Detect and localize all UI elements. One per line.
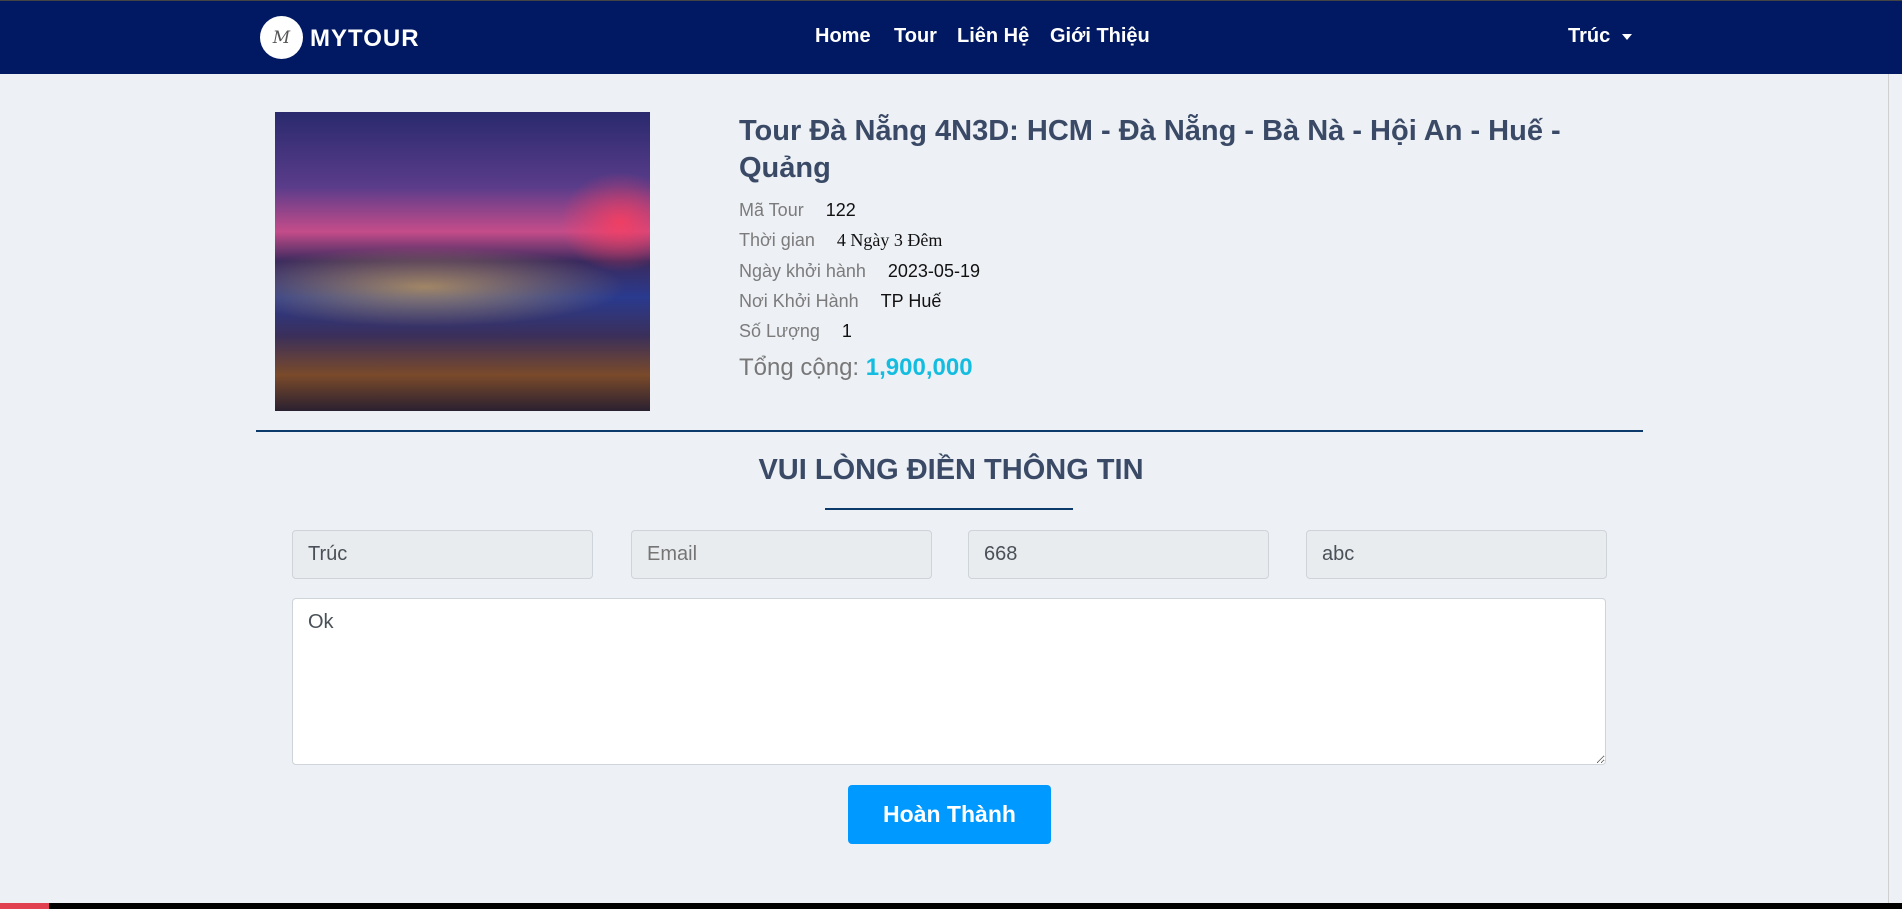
detail-value: 1 [841, 321, 852, 341]
divider [256, 430, 1643, 432]
detail-departure-place: Nơi Khởi Hành TP Huế [739, 291, 941, 312]
detail-label: Mã Tour [739, 200, 804, 220]
total-label: Tổng cộng: [739, 354, 860, 381]
detail-label: Ngày khởi hành [739, 261, 866, 281]
taskbar-strip [0, 903, 1902, 909]
detail-quantity: Số Lượng 1 [739, 321, 852, 342]
caret-down-icon[interactable] [1622, 34, 1632, 40]
nav-contact[interactable]: Liên Hệ [957, 25, 1029, 48]
nav-home[interactable]: Home [815, 25, 871, 48]
detail-label: Thời gian [739, 230, 815, 250]
detail-value: TP Huế [880, 291, 942, 311]
taskbar-accent [0, 903, 49, 909]
tour-image [275, 112, 650, 411]
heading-underline [825, 508, 1073, 510]
note-textarea[interactable]: Ok [292, 598, 1606, 765]
detail-departure-date: Ngày khởi hành 2023-05-19 [739, 261, 980, 282]
name-input[interactable] [292, 530, 593, 579]
user-menu[interactable]: Trúc [1568, 25, 1610, 48]
total: Tổng cộng: 1,900,000 [739, 354, 973, 382]
phone-input[interactable] [968, 530, 1269, 579]
logo-icon[interactable]: M [260, 16, 303, 59]
total-value: 1,900,000 [865, 354, 973, 381]
detail-value: 4 Ngày 3 Đêm [836, 230, 943, 250]
address-input[interactable] [1306, 530, 1607, 579]
detail-label: Nơi Khởi Hành [739, 291, 859, 311]
detail-value: 2023-05-19 [887, 261, 980, 281]
detail-duration: Thời gian 4 Ngày 3 Đêm [739, 230, 942, 251]
detail-value: 122 [825, 200, 856, 220]
nav-tour[interactable]: Tour [894, 25, 937, 48]
nav-about[interactable]: Giới Thiệu [1050, 25, 1150, 48]
tour-title: Tour Đà Nẵng 4N3D: HCM - Đà Nẵng - Bà Nà… [739, 115, 1561, 184]
submit-button[interactable]: Hoàn Thành [848, 785, 1051, 844]
form-heading: VUI LÒNG ĐIỀN THÔNG TIN [758, 454, 1144, 486]
detail-tour-code: Mã Tour 122 [739, 200, 856, 221]
email-input[interactable] [631, 530, 932, 579]
detail-label: Số Lượng [739, 321, 820, 341]
navbar: M MYTOUR Home Tour Liên Hệ Giới Thiệu Tr… [0, 0, 1902, 74]
scrollbar[interactable] [1888, 74, 1902, 903]
brand-name[interactable]: MYTOUR [310, 25, 420, 53]
